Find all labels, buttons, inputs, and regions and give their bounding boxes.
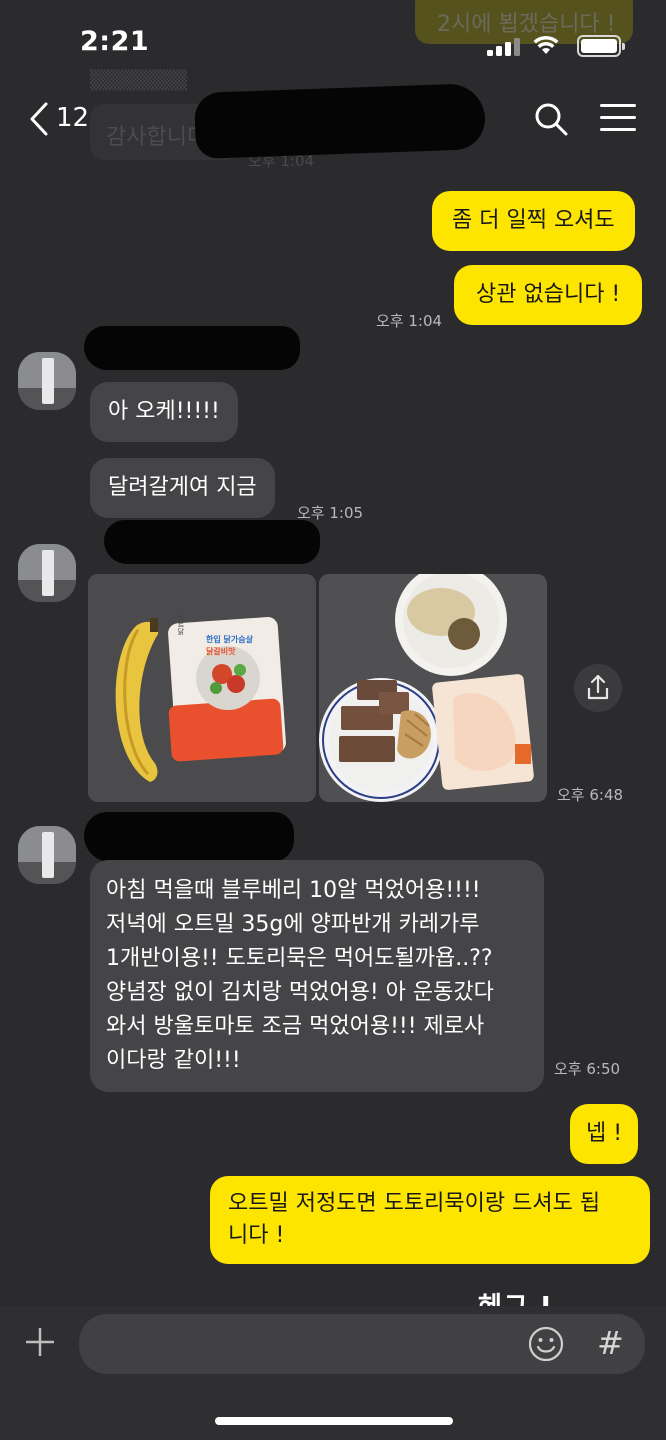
message-bubble-me[interactable]: 넵 ! — [570, 1104, 639, 1164]
avatar[interactable] — [18, 544, 76, 602]
hash-icon[interactable]: # — [597, 1326, 625, 1360]
message-bubble-me[interactable]: 상관 없습니다 ! — [454, 265, 643, 325]
chicken-pack-label: 한입 닭가슴살 — [206, 635, 253, 644]
message-bubble-me[interactable]: 오트밀 저정도면 도토리묵이랑 드셔도 됩 니다 ! — [210, 1176, 650, 1264]
message-bubble-them[interactable]: 아침 먹을때 블루베리 10알 먹었어용!!!! 저녁에 오트밀 35g에 양파… — [90, 860, 544, 1092]
sender-name-redacted — [104, 520, 320, 564]
unread-count[interactable]: 12 — [56, 103, 89, 133]
back-arrow-icon[interactable] — [28, 102, 50, 136]
brand-label: 바르닭 — [177, 614, 185, 635]
home-indicator — [215, 1417, 453, 1425]
ghost-name: ▒▒▒▒▒▒▒ — [90, 70, 187, 91]
signal-icon — [487, 38, 521, 56]
emoji-icon[interactable] — [528, 1326, 564, 1362]
avatar[interactable] — [18, 826, 76, 884]
message-time: 오후 1:04 — [376, 312, 443, 330]
wifi-icon — [533, 35, 559, 54]
chat-title-redacted — [193, 82, 487, 160]
chicken-flavor-label: 닭갈비맛 — [206, 647, 236, 656]
status-time: 2:21 — [80, 26, 150, 57]
menu-icon[interactable] — [600, 104, 636, 132]
message-bubble-them[interactable]: 달려갈게여 지금 — [90, 458, 275, 518]
sender-name-redacted — [84, 812, 294, 862]
message-time: 오후 6:48 — [557, 786, 624, 804]
battery-icon — [577, 35, 625, 57]
message-time: 오후 6:50 — [554, 1060, 621, 1078]
photo-oatmeal-meal[interactable] — [319, 574, 547, 802]
avatar[interactable] — [18, 352, 76, 410]
search-icon[interactable] — [533, 101, 569, 137]
message-bubble-them[interactable]: 아 오케!!!!! — [90, 382, 238, 442]
plus-icon[interactable] — [22, 1324, 58, 1360]
banana-chicken-image — [88, 574, 316, 802]
share-icon[interactable] — [574, 664, 622, 712]
sender-name-redacted — [84, 326, 300, 370]
oatmeal-meal-image — [319, 574, 547, 802]
message-bubble-me[interactable]: 좀 더 일찍 오셔도 — [432, 191, 635, 251]
photo-banana-chicken[interactable]: 한입 닭가슴살 닭갈비맛 바르닭 — [88, 574, 316, 802]
